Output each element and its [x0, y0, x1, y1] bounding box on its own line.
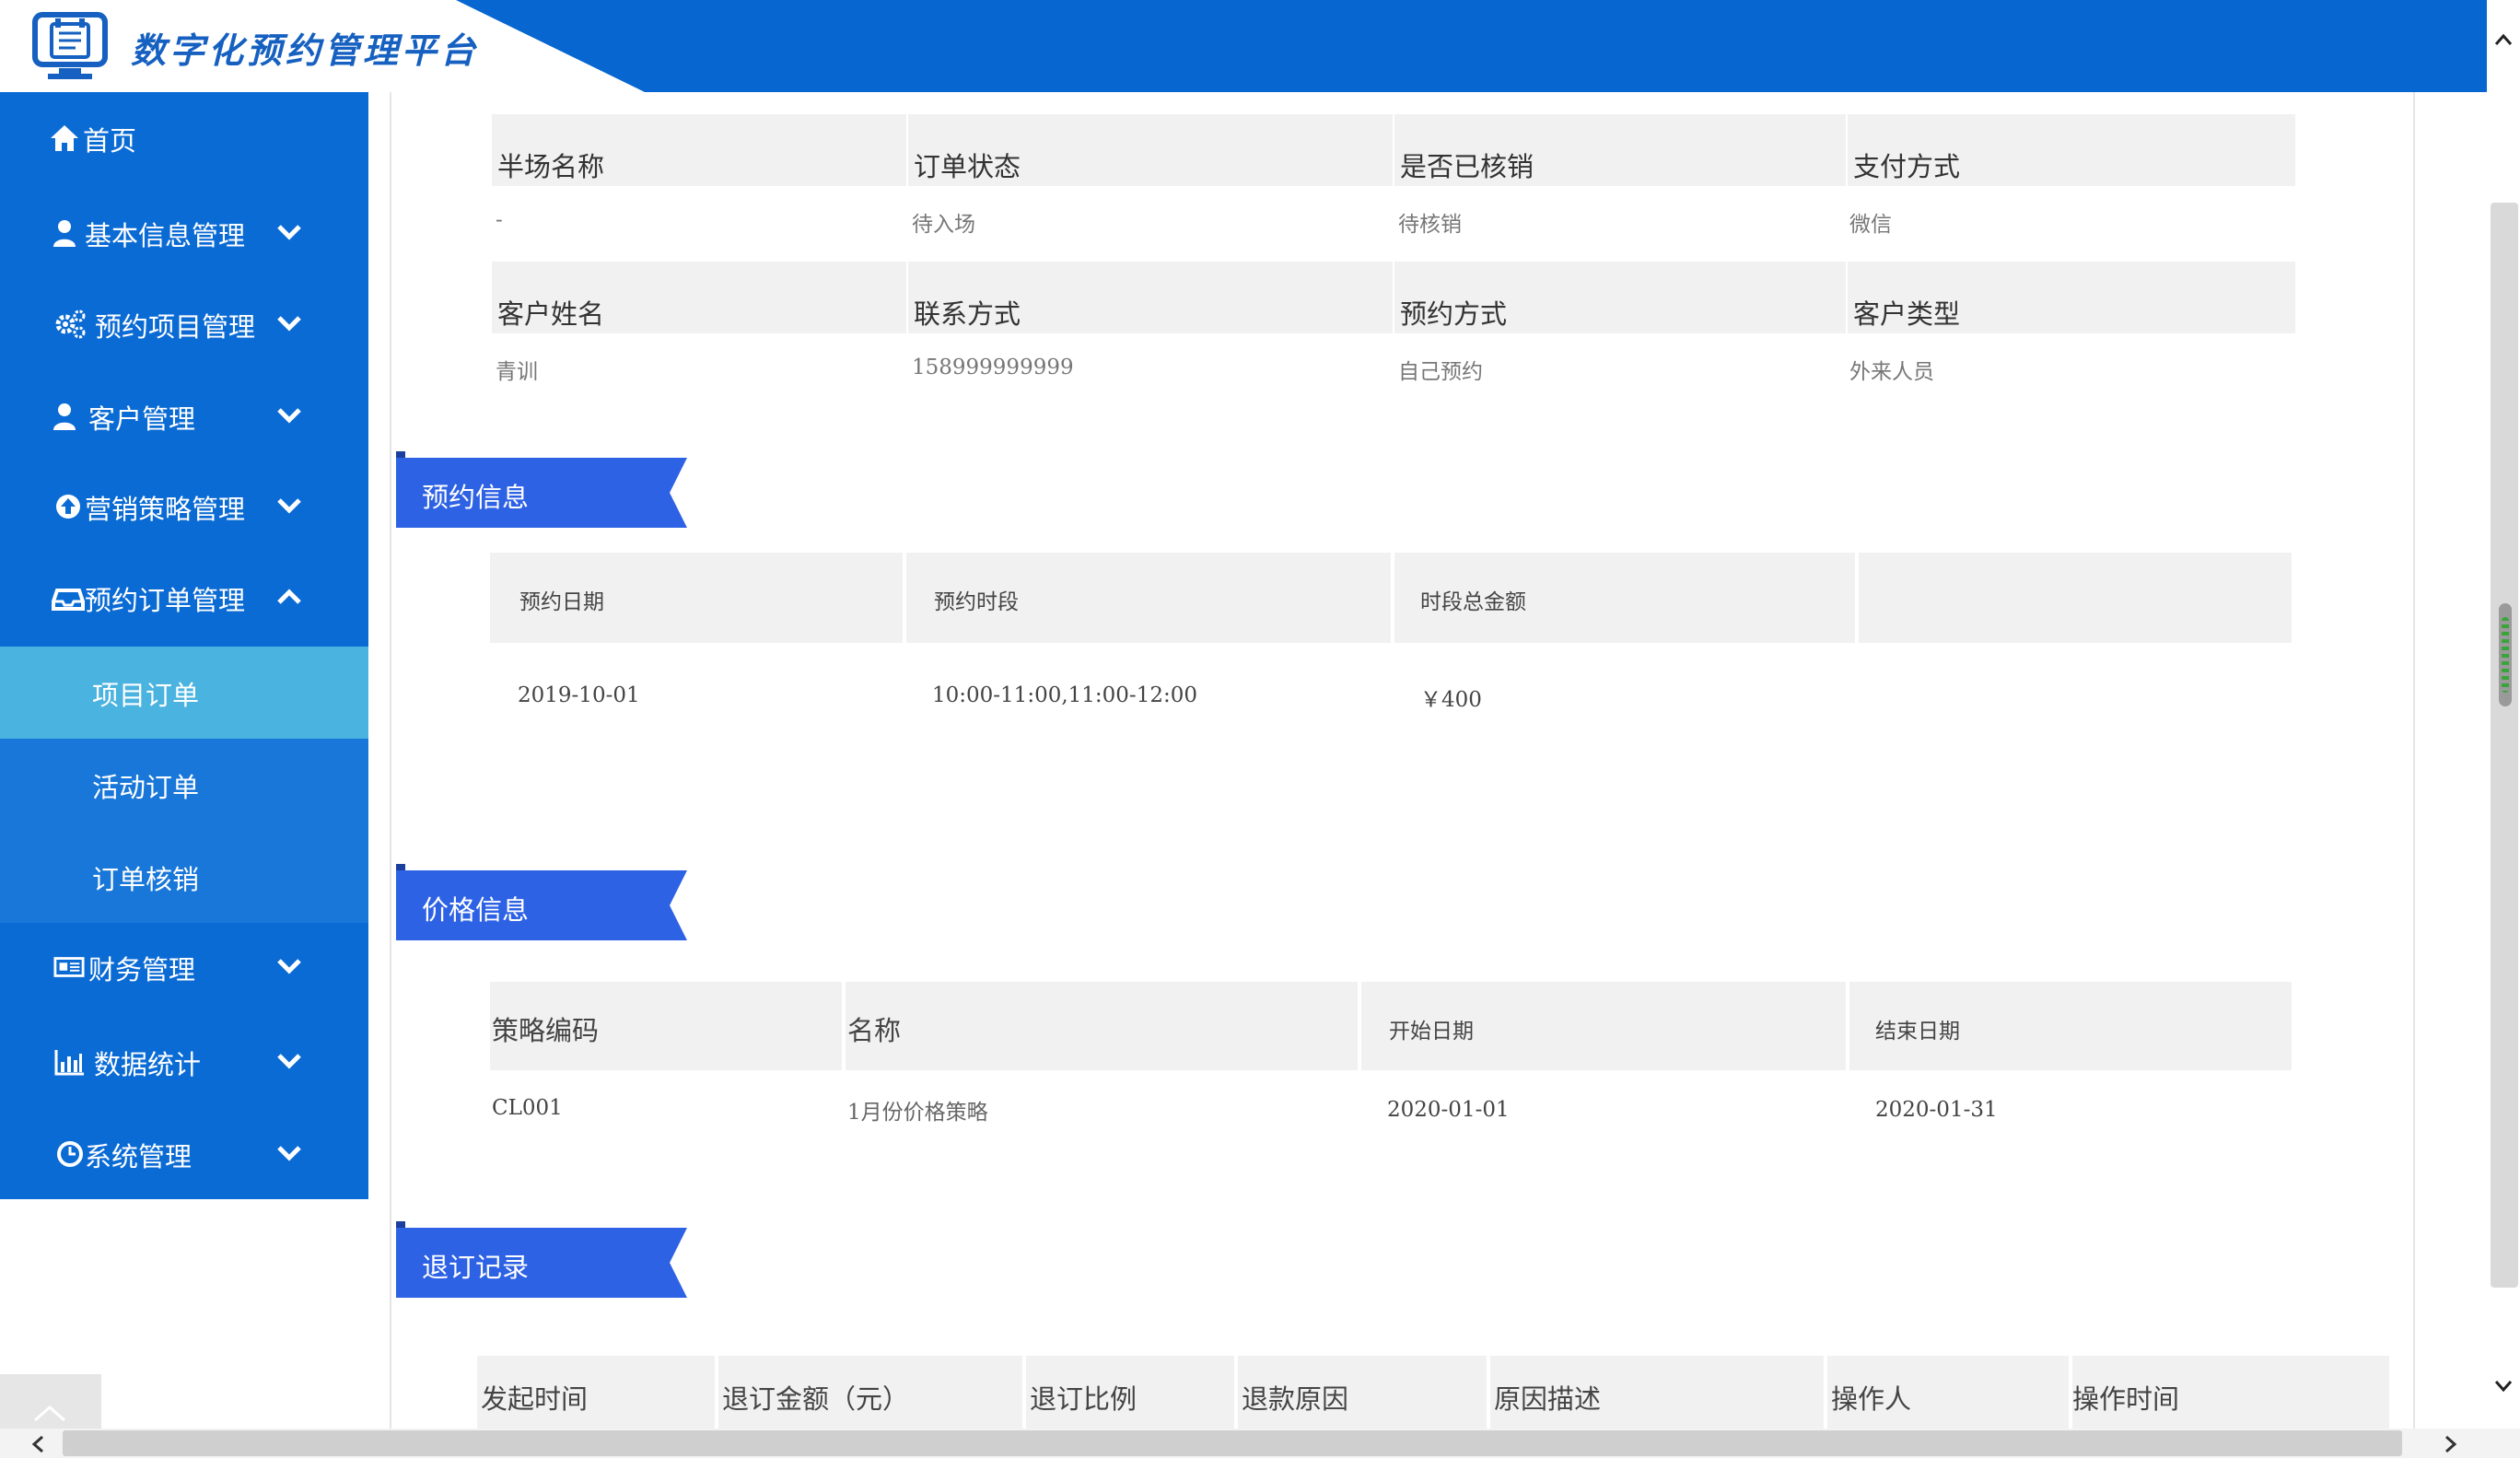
sidebar-subitem-order-verify[interactable]: 订单核销	[0, 831, 368, 923]
info-value-booking-method: 自己预约	[1398, 360, 1483, 384]
sidebar-item-label: 财务管理	[88, 954, 196, 986]
sidebar-item-label: 营销策略管理	[85, 494, 246, 525]
sidebar-item-label: 客户管理	[88, 403, 196, 435]
refund-header-ratio: 退订比例	[1026, 1356, 1234, 1429]
info-value-half-court: -	[496, 208, 503, 232]
refund-header-amount: 退订金额（元）	[718, 1356, 1022, 1429]
sidebar-subitem-label: 订单核销	[92, 864, 200, 895]
refund-header-initiated: 发起时间	[477, 1356, 715, 1429]
content-panel-right-border	[2413, 92, 2415, 1429]
chevron-down-icon	[277, 316, 301, 332]
chevron-down-icon	[277, 959, 301, 974]
info-value-customer-name: 青训	[496, 360, 538, 384]
back-to-top-button[interactable]	[0, 1374, 101, 1429]
booking-value-date: 2019-10-01	[518, 683, 640, 707]
chevron-down-icon	[277, 498, 301, 514]
chevron-down-icon	[277, 1146, 301, 1161]
info-header-payment: 支付方式	[1848, 114, 2295, 186]
horizontal-scroll-track[interactable]	[63, 1430, 2402, 1456]
booking-value-timeslot: 10:00-11:00,11:00-12:00	[932, 683, 1197, 707]
arrow-up-circle-icon	[56, 495, 80, 519]
sidebar-item-system[interactable]: 系统管理	[0, 1108, 368, 1200]
user-icon	[53, 220, 76, 247]
sidebar-item-finance[interactable]: 财务管理	[0, 921, 368, 1013]
scroll-right-icon[interactable]	[2439, 1433, 2461, 1455]
booking-header-timeslot: 预约时段	[906, 553, 1391, 643]
chevron-down-icon	[277, 225, 301, 240]
booking-value-total: ￥400	[1420, 688, 1482, 712]
section-tag-refund: 退订记录	[396, 1228, 687, 1298]
monitor-logo-icon	[32, 12, 108, 79]
sidebar-item-basic-info[interactable]: 基本信息管理	[0, 187, 368, 279]
sidebar-subitem-activity-order[interactable]: 活动订单	[0, 739, 368, 831]
info-header-contact: 联系方式	[908, 262, 1393, 333]
sidebar-item-label: 系统管理	[85, 1141, 192, 1172]
price-value-name: 1月份价格策略	[847, 1101, 988, 1125]
sidebar-subitem-label: 项目订单	[92, 680, 200, 711]
info-value-contact: 158999999999	[912, 356, 1074, 379]
info-header-half-court: 半场名称	[492, 114, 906, 186]
sidebar-item-booking-order[interactable]: 预约订单管理	[0, 552, 368, 644]
sidebar-item-booking-project[interactable]: 预约项目管理	[0, 278, 368, 370]
clock-icon	[57, 1141, 83, 1167]
sidebar-item-label: 预约项目管理	[95, 311, 256, 343]
price-value-code: CL001	[492, 1096, 563, 1120]
app-title: 数字化预约管理平台	[131, 30, 480, 71]
sidebar-subitem-label: 活动订单	[92, 772, 200, 803]
refund-header-reason: 退款原因	[1238, 1356, 1487, 1429]
info-header-verified: 是否已核销	[1394, 114, 1846, 186]
sidebar-subitem-project-order[interactable]: 项目订单	[0, 647, 368, 739]
info-value-verified: 待核销	[1398, 213, 1462, 237]
sidebar-item-label: 首页	[83, 125, 137, 157]
sidebar-item-home[interactable]: 首页	[0, 92, 368, 184]
scroll-thumb-grip	[2502, 617, 2509, 693]
refund-header-description: 原因描述	[1490, 1356, 1824, 1429]
booking-header-date: 预约日期	[490, 553, 903, 643]
info-value-payment: 微信	[1849, 213, 1892, 237]
home-icon	[51, 125, 78, 151]
vertical-scroll-track[interactable]	[2491, 203, 2518, 1288]
price-header-end: 结束日期	[1849, 982, 2292, 1070]
price-header-name: 名称	[846, 982, 1358, 1070]
user-icon	[53, 403, 76, 430]
price-value-end: 2020-01-31	[1875, 1098, 1998, 1122]
info-value-order-status: 待入场	[912, 213, 975, 237]
sidebar-item-marketing[interactable]: 营销策略管理	[0, 461, 368, 553]
info-header-order-status: 订单状态	[908, 114, 1393, 186]
section-tag-price: 价格信息	[396, 870, 687, 940]
gears-icon	[55, 309, 86, 339]
content-panel-left-border	[390, 92, 391, 1429]
booking-header-empty	[1859, 553, 2292, 643]
scroll-up-icon[interactable]	[2491, 28, 2516, 53]
scroll-left-icon[interactable]	[28, 1433, 50, 1455]
scroll-down-icon[interactable]	[2491, 1372, 2516, 1398]
price-header-start: 开始日期	[1361, 982, 1846, 1070]
sidebar-item-label: 数据统计	[94, 1049, 202, 1080]
chevron-down-icon	[277, 408, 301, 424]
sidebar-item-label: 预约订单管理	[85, 585, 246, 616]
info-value-customer-type: 外来人员	[1849, 360, 1934, 384]
sidebar-item-statistics[interactable]: 数据统计	[0, 1016, 368, 1108]
refund-header-operator: 操作人	[1827, 1356, 2069, 1429]
info-header-customer-name: 客户姓名	[492, 262, 906, 333]
chevron-down-icon	[277, 1054, 301, 1069]
newspaper-icon	[53, 957, 85, 977]
sidebar-item-customer[interactable]: 客户管理	[0, 370, 368, 462]
info-header-booking-method: 预约方式	[1394, 262, 1846, 333]
bar-chart-icon	[54, 1050, 84, 1076]
inbox-icon	[52, 589, 85, 611]
info-header-customer-type: 客户类型	[1848, 262, 2295, 333]
refund-header-op-time: 操作时间	[2072, 1356, 2389, 1429]
sidebar-item-label: 基本信息管理	[85, 220, 246, 251]
section-tag-booking: 预约信息	[396, 458, 687, 528]
chevron-up-icon	[34, 1406, 65, 1422]
chevron-up-icon	[277, 589, 301, 604]
booking-header-total: 时段总金额	[1394, 553, 1855, 643]
price-header-code: 策略编码	[490, 982, 842, 1070]
price-value-start: 2020-01-01	[1387, 1098, 1510, 1122]
